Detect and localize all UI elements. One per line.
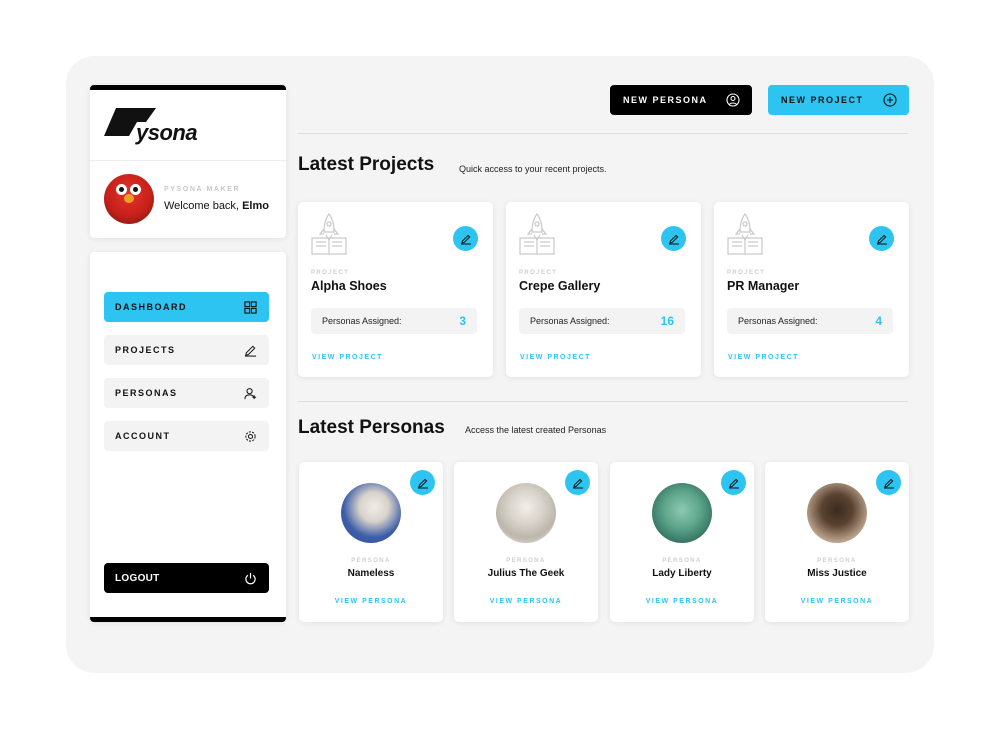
personas-assigned-row: Personas Assigned: 3 [311,308,477,334]
project-name: Alpha Shoes [311,279,387,293]
view-persona-link[interactable]: VIEW PERSONA [765,598,909,605]
divider [298,401,908,402]
user-avatar[interactable] [104,174,154,224]
view-project-link[interactable]: VIEW PROJECT [728,354,799,361]
persona-card[interactable]: PERSONA Julius The Geek VIEW PERSONA [454,462,598,622]
sidebar-item-personas[interactable]: PERSONAS [104,378,269,408]
sidebar-profile-panel: ysona PYSONA MAKER Welcome back, Elmo [90,85,286,238]
new-persona-button[interactable]: NEW PERSONA [610,85,752,115]
user-name: Elmo [242,200,269,212]
project-name: Crepe Gallery [519,279,601,293]
persona-name: Nameless [347,568,395,579]
pencil-icon [728,478,739,488]
user-plus-icon [244,387,257,399]
sidebar-item-dashboard[interactable]: DASHBOARD [104,292,269,322]
new-project-button[interactable]: NEW PROJECT [768,85,909,115]
rocket-book-icon [727,213,763,255]
new-project-label: NEW PROJECT [781,95,864,105]
divider [90,160,286,161]
persona-avatar [341,483,401,543]
personas-section-subtitle: Access the latest created Personas [465,425,607,435]
persona-tag: PERSONA [506,558,546,564]
edit-persona-button[interactable] [565,470,590,495]
view-project-link[interactable]: VIEW PROJECT [520,354,591,361]
project-card[interactable]: PROJECT Crepe Gallery Personas Assigned:… [506,202,701,377]
persona-tag: PERSONA [817,558,857,564]
persona-card[interactable]: PERSONA Nameless VIEW PERSONA [299,462,443,622]
assigned-count: 4 [875,314,882,328]
assigned-label: Personas Assigned: [322,316,402,326]
persona-tag: PERSONA [351,558,391,564]
project-card[interactable]: PROJECT Alpha Shoes Personas Assigned: 3… [298,202,493,377]
user-role-label: PYSONA MAKER [164,186,241,193]
divider [298,133,908,134]
pencil-icon [883,478,894,488]
persona-avatar [652,483,712,543]
gear-icon [245,430,256,442]
edit-project-button[interactable] [661,226,686,251]
sidebar-item-projects[interactable]: PROJECTS [104,335,269,365]
project-name: PR Manager [727,279,800,293]
project-tag: PROJECT [311,270,350,276]
persona-avatar [496,483,556,543]
pencil-icon [876,234,887,244]
persona-name: Miss Justice [807,568,867,579]
edit-persona-button[interactable] [721,470,746,495]
persona-tag: PERSONA [662,558,702,564]
pencil-icon [244,345,257,357]
edit-persona-button[interactable] [876,470,901,495]
edit-persona-button[interactable] [410,470,435,495]
edit-project-button[interactable] [869,226,894,251]
welcome-text: Welcome back, Elmo [164,200,269,212]
logo-wordmark: ysona [136,120,198,145]
pencil-icon [572,478,583,488]
projects-section-title: Latest Projects [298,154,435,175]
persona-card[interactable]: PERSONA Lady Liberty VIEW PERSONA [610,462,754,622]
grid-icon [244,300,257,314]
assigned-label: Personas Assigned: [530,316,610,326]
plus-circle-icon [883,93,897,107]
personas-assigned-row: Personas Assigned: 4 [727,308,893,334]
view-persona-link[interactable]: VIEW PERSONA [299,598,443,605]
personas-section-title: Latest Personas [298,417,445,438]
rocket-book-icon [519,213,555,255]
sidebar-item-label: ACCOUNT [115,431,171,441]
welcome-prefix: Welcome back, [164,200,243,212]
assigned-count: 16 [660,314,674,328]
pencil-icon [417,478,428,488]
view-persona-link[interactable]: VIEW PERSONA [454,598,598,605]
persona-avatar [807,483,867,543]
sidebar-item-account[interactable]: ACCOUNT [104,421,269,451]
rocket-book-icon [311,213,347,255]
view-project-link[interactable]: VIEW PROJECT [312,354,383,361]
persona-name: Julius The Geek [487,568,565,579]
edit-project-button[interactable] [453,226,478,251]
sidebar-menu: DASHBOARD PROJECTS PERSONAS ACCOUNT LOGO… [90,252,286,622]
sidebar-item-label: PERSONAS [115,388,178,398]
view-persona-link[interactable]: VIEW PERSONA [610,598,754,605]
logout-button[interactable]: LOGOUT [104,563,269,593]
new-persona-label: NEW PERSONA [623,95,708,105]
personas-assigned-row: Personas Assigned: 16 [519,308,685,334]
pencil-icon [668,234,679,244]
pysona-logo[interactable]: ysona [104,108,214,146]
power-icon [245,572,256,584]
projects-section-subtitle: Quick access to your recent projects. [459,164,607,174]
pencil-icon [460,234,471,244]
persona-name: Lady Liberty [652,568,712,579]
user-circle-icon [726,93,740,107]
assigned-label: Personas Assigned: [738,316,818,326]
assigned-count: 3 [459,314,466,328]
project-card[interactable]: PROJECT PR Manager Personas Assigned: 4 … [714,202,909,377]
logout-label: LOGOUT [115,572,160,584]
persona-card[interactable]: PERSONA Miss Justice VIEW PERSONA [765,462,909,622]
sidebar-item-label: DASHBOARD [115,302,187,312]
project-tag: PROJECT [519,270,558,276]
project-tag: PROJECT [727,270,766,276]
sidebar-item-label: PROJECTS [115,345,176,355]
